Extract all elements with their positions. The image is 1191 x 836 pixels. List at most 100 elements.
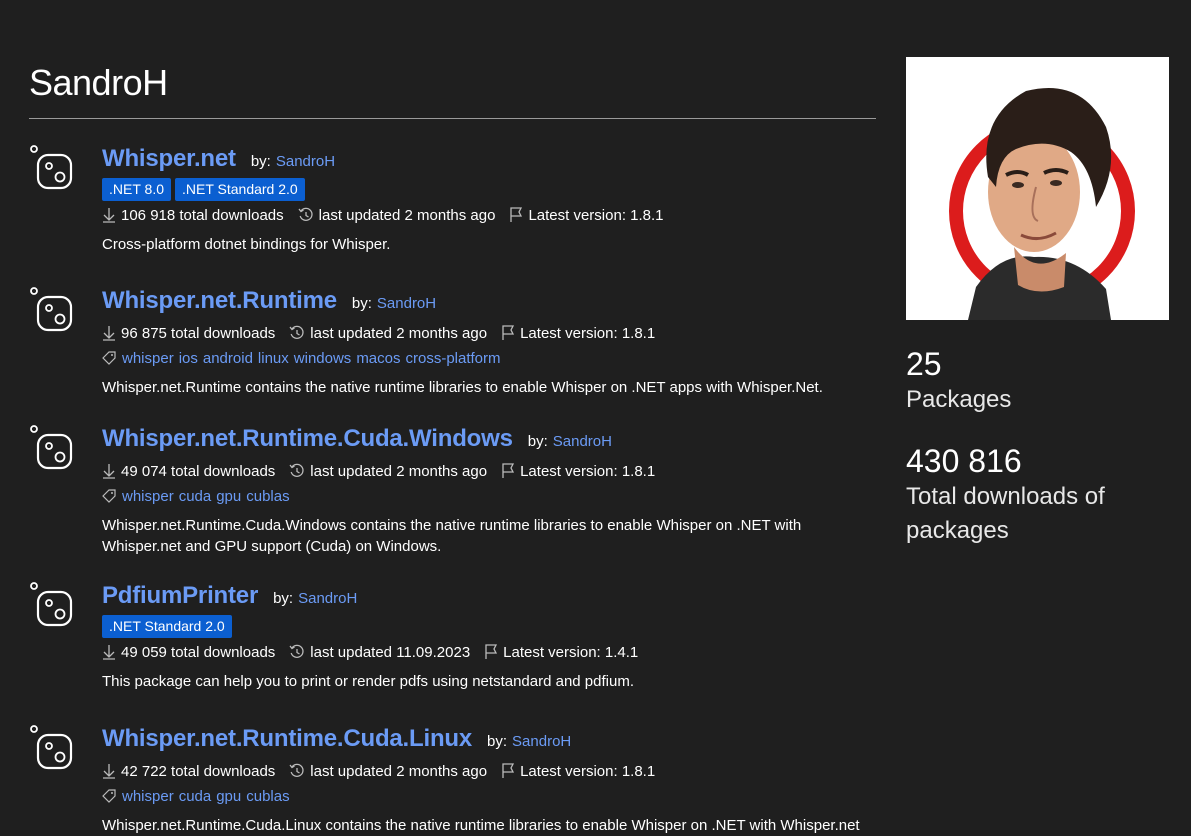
last-updated: last updated 2 months ago <box>289 463 487 480</box>
last-updated: last updated 2 months ago <box>289 763 487 780</box>
author-link[interactable]: SandroH <box>553 433 612 450</box>
download-icon <box>102 325 121 341</box>
last-updated: last updated 11.09.2023 <box>289 644 470 661</box>
download-count-text: 49 059 total downloads <box>121 643 276 661</box>
last-updated-text: last updated 11.09.2023 <box>310 643 471 661</box>
last-updated-text: last updated 2 months ago <box>310 462 488 480</box>
latest-version-text: Latest version: 1.8.1 <box>520 762 656 780</box>
download-count-text: 49 074 total downloads <box>121 462 276 480</box>
last-updated-text: last updated 2 months ago <box>310 762 488 780</box>
tag-icon <box>102 351 122 365</box>
package-body: Whisper.net by: SandroH .NET 8.0 .NET Standa… <box>102 144 876 255</box>
history-icon <box>298 207 319 223</box>
tag-icon <box>102 789 122 803</box>
framework-badge[interactable]: .NET Standard 2.0 <box>102 615 232 638</box>
latest-version: Latest version: 1.4.1 <box>484 644 638 661</box>
flag-icon <box>501 763 520 779</box>
download-icon <box>102 644 121 660</box>
author-link[interactable]: SandroH <box>377 295 436 312</box>
package-stats: 106 918 total downloads last updated 2 mo… <box>102 204 876 226</box>
tag-link[interactable]: whisper <box>122 788 174 805</box>
latest-version-text: Latest version: 1.8.1 <box>520 462 656 480</box>
package-title-link[interactable]: Whisper.net.Runtime <box>102 286 337 316</box>
package-title-link[interactable]: Whisper.net <box>102 144 236 174</box>
download-count: 49 074 total downloads <box>102 463 275 480</box>
by-label: by: <box>487 733 508 750</box>
package-body: Whisper.net.Runtime.Cuda.Windows by: Sandr… <box>102 424 876 557</box>
package-description: Whisper.net.Runtime.Cuda.Linux contains … <box>102 817 860 834</box>
author-link[interactable]: SandroH <box>512 733 571 750</box>
latest-version-text: Latest version: 1.4.1 <box>503 643 639 661</box>
package-description: Whisper.net.Runtime.Cuda.Windows contain… <box>102 517 802 555</box>
package-title-link[interactable]: PdfiumPrinter <box>102 581 258 611</box>
package-title-row: Whisper.net.Runtime.Cuda.Linux by: SandroH <box>102 724 876 754</box>
packages-label: Packages <box>906 386 1012 413</box>
downloads-count: 430 816 <box>906 443 1022 479</box>
framework-badges: .NET 8.0 .NET Standard 2.0 <box>102 178 876 201</box>
tag-link[interactable]: cross-platform <box>406 350 501 367</box>
framework-badge[interactable]: .NET Standard 2.0 <box>175 178 305 201</box>
history-icon <box>289 463 310 479</box>
profile-name: SandroH <box>29 62 168 103</box>
package-title-link[interactable]: Whisper.net.Runtime.Cuda.Windows <box>102 424 513 454</box>
tag-link[interactable]: gpu <box>216 488 241 505</box>
package-stats: 96 875 total downloads last updated 2 mon… <box>102 322 876 344</box>
history-icon <box>289 644 310 660</box>
flag-icon <box>501 325 520 341</box>
tag-link[interactable]: cublas <box>246 488 289 505</box>
package-tags: whisper cuda gpu cublas <box>102 485 876 507</box>
by-label: by: <box>250 153 271 170</box>
author-link[interactable]: SandroH <box>298 590 357 607</box>
framework-badge[interactable]: .NET 8.0 <box>102 178 171 201</box>
package-tags: whisper cuda gpu cublas <box>102 785 876 807</box>
package-description: Cross-platform dotnet bindings for Whisp… <box>102 236 391 253</box>
last-updated: last updated 2 months ago <box>289 325 487 342</box>
package-stats: 49 074 total downloads last updated 2 mon… <box>102 460 876 482</box>
flag-icon <box>501 463 520 479</box>
package-icon <box>29 724 75 770</box>
package-tags: whisper ios android linux windows macos cross-… <box>102 347 876 369</box>
download-count-text: 106 918 total downloads <box>121 206 284 224</box>
tag-link[interactable]: whisper <box>122 488 174 505</box>
package-body: Whisper.net.Runtime.Cuda.Linux by: SandroH… <box>102 724 876 836</box>
tag-link[interactable]: ios <box>179 350 198 367</box>
profile-sidebar: 25 Packages 430 816 Total downloads of p… <box>906 57 1169 548</box>
tag-link[interactable]: windows <box>294 350 352 367</box>
latest-version: Latest version: 1.8.1 <box>509 206 664 224</box>
package-title-row: PdfiumPrinter by: SandroH <box>102 581 876 611</box>
packages-count: 25 <box>906 346 942 382</box>
download-icon <box>102 463 121 479</box>
tag-link[interactable]: cublas <box>246 788 289 805</box>
latest-version-text: Latest version: 1.8.1 <box>528 206 664 224</box>
downloads-stat: 430 816 Total downloads of packages <box>906 443 1169 548</box>
download-icon <box>102 763 121 779</box>
latest-version-text: Latest version: 1.8.1 <box>520 324 656 342</box>
download-count: 96 875 total downloads <box>102 325 275 342</box>
latest-version: Latest version: 1.8.1 <box>501 463 655 480</box>
tag-link[interactable]: gpu <box>216 788 241 805</box>
tag-link[interactable]: android <box>203 350 253 367</box>
author-link[interactable]: SandroH <box>276 153 335 170</box>
package-stats: 42 722 total downloads last updated 2 mon… <box>102 760 876 782</box>
last-updated-text: last updated 2 months ago <box>318 206 496 224</box>
package-description: Whisper.net.Runtime contains the native … <box>102 379 823 396</box>
package-body: Whisper.net.Runtime by: SandroH 96 875 tota… <box>102 286 876 398</box>
packages-stat: 25 Packages <box>906 346 1169 417</box>
history-icon <box>289 763 310 779</box>
flag-icon <box>509 207 528 223</box>
tag-link[interactable]: linux <box>258 350 289 367</box>
tag-link[interactable]: cuda <box>179 488 212 505</box>
last-updated: last updated 2 months ago <box>298 206 496 224</box>
download-count: 42 722 total downloads <box>102 763 275 780</box>
package-stats: 49 059 total downloads last updated 11.09… <box>102 641 876 663</box>
download-icon <box>102 207 121 223</box>
download-count-text: 96 875 total downloads <box>121 324 276 342</box>
tag-link[interactable]: macos <box>356 350 400 367</box>
download-count: 49 059 total downloads <box>102 644 275 661</box>
package-title-row: Whisper.net.Runtime by: SandroH <box>102 286 876 316</box>
package-title-link[interactable]: Whisper.net.Runtime.Cuda.Linux <box>102 724 472 754</box>
tag-link[interactable]: cuda <box>179 788 212 805</box>
package-icon <box>29 424 75 470</box>
latest-version: Latest version: 1.8.1 <box>501 325 655 342</box>
tag-link[interactable]: whisper <box>122 350 174 367</box>
